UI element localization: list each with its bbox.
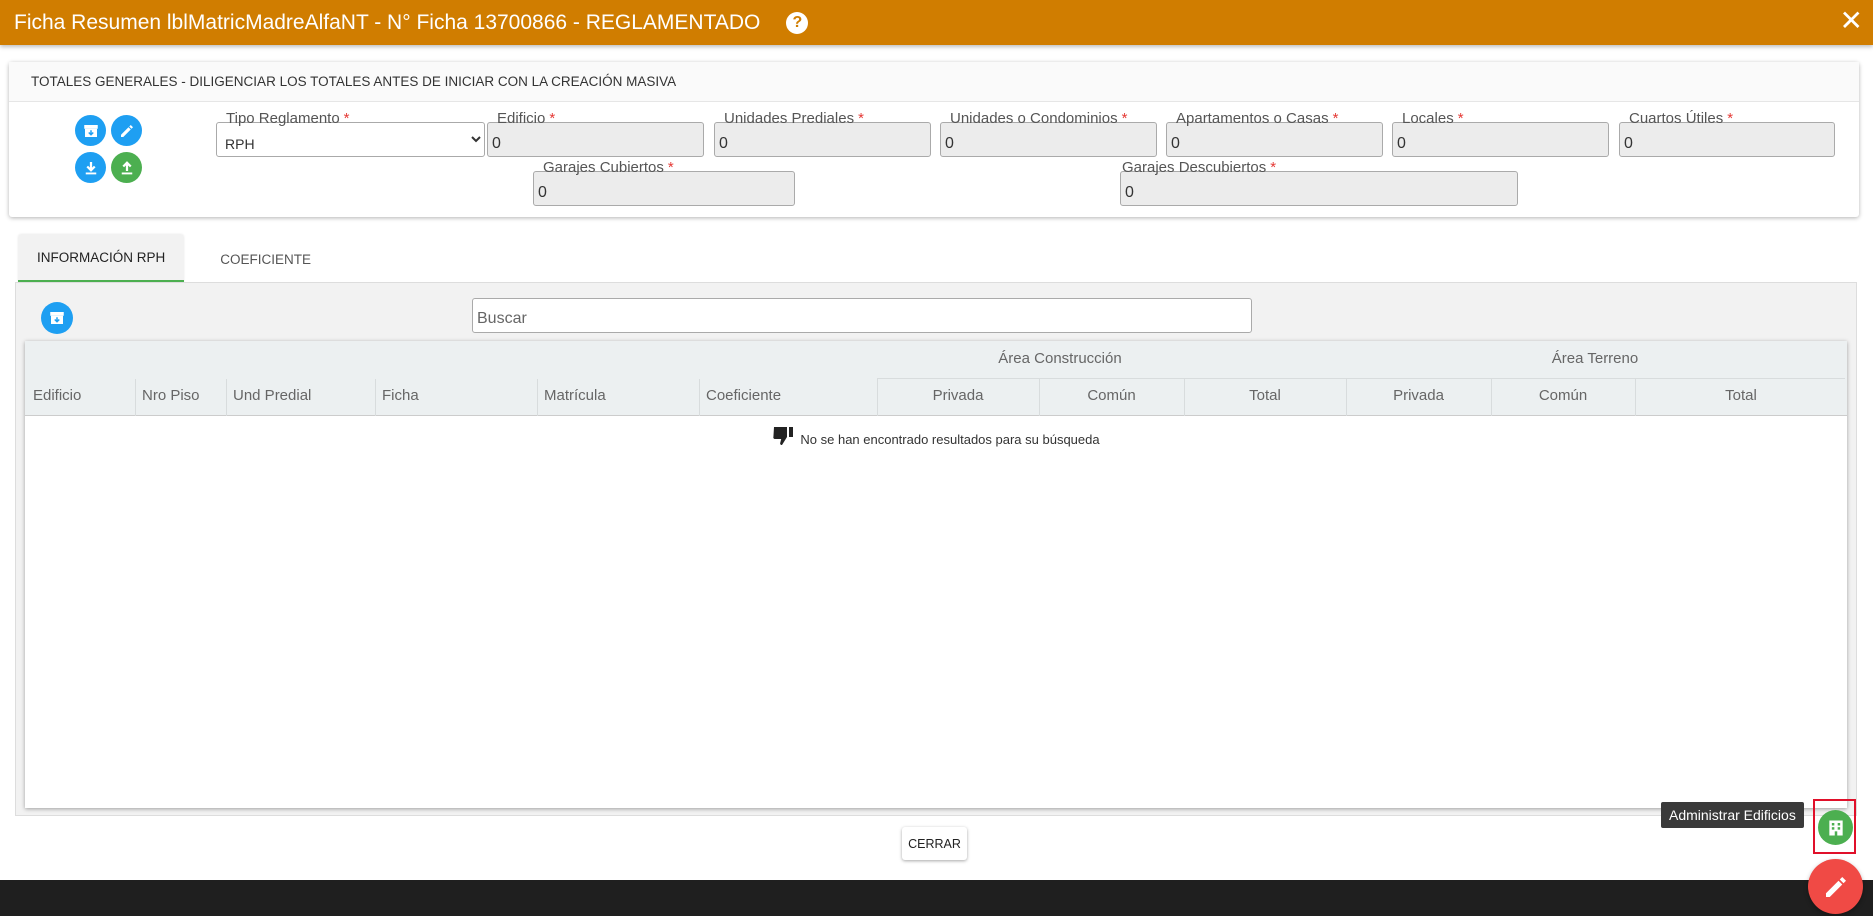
garajes-cubiertos-input[interactable]: 0: [533, 171, 795, 206]
fab-tooltip: Administrar Edificios: [1661, 802, 1804, 828]
tab-bar: INFORMACIÓN RPH COEFICIENTE: [18, 235, 347, 283]
unidades-prediales-label: Unidades Prediales: [724, 110, 855, 127]
download-icon[interactable]: [75, 152, 106, 183]
col-edificio[interactable]: Edificio: [33, 387, 81, 404]
unidades-condominios-field: Unidades o Condominios * 0: [940, 110, 1157, 157]
garajes-cubiertos-field: Garajes Cubiertos * 0: [533, 159, 795, 206]
cerrar-button[interactable]: CERRAR: [902, 827, 967, 860]
tab-informacion-rph[interactable]: INFORMACIÓN RPH: [18, 235, 185, 283]
tab-coeficiente[interactable]: COEFICIENTE: [184, 235, 347, 283]
required-mark: *: [1727, 110, 1734, 127]
pencil-icon: [1825, 876, 1846, 897]
apartamentos-casas-label: Apartamentos o Casas: [1176, 110, 1329, 127]
cuartos-utiles-input[interactable]: 0: [1619, 122, 1835, 157]
garajes-cubiertos-label: Garajes Cubiertos: [543, 159, 664, 176]
table-header: Área Construcción Área Terreno Edificio …: [25, 341, 1847, 416]
unidades-prediales-field: Unidades Prediales * 0: [714, 110, 931, 157]
locales-input[interactable]: 0: [1392, 122, 1609, 157]
col-matricula[interactable]: Matrícula: [544, 387, 606, 404]
col-construccion-total[interactable]: Total: [1184, 387, 1346, 404]
group-divider: [877, 378, 1845, 379]
col-construccion-privada[interactable]: Privada: [877, 387, 1039, 404]
tab-content-panel: Área Construcción Área Terreno Edificio …: [15, 282, 1857, 816]
dialog-header: Ficha Resumen lblMatricMadreAlfaNT - N° …: [0, 0, 1873, 45]
col-nro-piso[interactable]: Nro Piso: [142, 387, 200, 404]
group-area-construccion: Área Construcción: [998, 350, 1122, 367]
edificio-label: Edificio: [497, 110, 546, 127]
unidades-condominios-input[interactable]: 0: [940, 122, 1157, 157]
empty-state: No se han encontrado resultados para su …: [25, 425, 1847, 447]
required-mark: *: [1457, 110, 1464, 127]
thumbs-down-icon: [773, 427, 794, 445]
group-area-terreno: Área Terreno: [1551, 350, 1639, 367]
close-icon[interactable]: ✕: [1840, 5, 1863, 37]
garajes-descubiertos-field: Garajes Descubiertos * 0: [1120, 159, 1518, 206]
apartamentos-casas-input[interactable]: 0: [1166, 122, 1383, 157]
edificio-input[interactable]: 0: [487, 122, 704, 157]
results-table: Área Construcción Área Terreno Edificio …: [25, 341, 1847, 808]
tipo-reglamento-label: Tipo Reglamento: [226, 110, 340, 127]
search-input[interactable]: [473, 299, 1251, 332]
required-mark: *: [343, 110, 350, 127]
unidades-prediales-input[interactable]: 0: [714, 122, 931, 157]
help-icon[interactable]: ?: [786, 11, 809, 34]
col-ficha[interactable]: Ficha: [382, 387, 419, 404]
archive-box-icon[interactable]: [41, 302, 73, 334]
locales-label: Locales: [1402, 110, 1454, 127]
edificio-field: Edificio * 0: [487, 110, 704, 157]
dialog-title: Ficha Resumen lblMatricMadreAlfaNT - N° …: [14, 10, 761, 34]
building-icon: [1828, 820, 1843, 835]
totals-card: TOTALES GENERALES - DILIGENCIAR LOS TOTA…: [9, 62, 1859, 217]
upload-icon[interactable]: [111, 152, 142, 183]
unidades-condominios-label: Unidades o Condominios: [950, 110, 1118, 127]
archive-box-icon[interactable]: [75, 115, 106, 146]
locales-field: Locales * 0: [1392, 110, 1609, 157]
col-und-predial[interactable]: Und Predial: [233, 387, 311, 404]
administrar-edificios-button[interactable]: [1818, 810, 1853, 845]
garajes-descubiertos-label: Garajes Descubiertos: [1122, 159, 1267, 176]
tipo-reglamento-field: Tipo Reglamento * RPH: [216, 110, 485, 157]
col-terreno-comun[interactable]: Común: [1491, 387, 1635, 404]
pencil-icon[interactable]: [111, 115, 142, 146]
empty-message: No se han encontrado resultados para su …: [800, 432, 1100, 447]
col-terreno-privada[interactable]: Privada: [1346, 387, 1491, 404]
col-terreno-total[interactable]: Total: [1635, 387, 1847, 404]
required-mark: *: [858, 110, 864, 127]
apartamentos-casas-field: Apartamentos o Casas * 0: [1166, 110, 1383, 157]
col-construccion-comun[interactable]: Común: [1039, 387, 1184, 404]
search-field: [472, 298, 1252, 333]
col-coeficiente[interactable]: Coeficiente: [706, 387, 781, 404]
required-mark: *: [667, 159, 674, 176]
edit-fab-button[interactable]: [1808, 859, 1863, 914]
cuartos-utiles-label: Cuartos Útiles: [1629, 110, 1724, 127]
totals-heading: TOTALES GENERALES - DILIGENCIAR LOS TOTA…: [9, 62, 1859, 102]
required-mark: *: [549, 110, 556, 127]
footer-bar: [0, 880, 1873, 916]
garajes-descubiertos-input[interactable]: 0: [1120, 171, 1518, 206]
required-mark: *: [1121, 110, 1128, 127]
required-mark: *: [1270, 159, 1277, 176]
tipo-reglamento-select[interactable]: RPH: [216, 122, 485, 157]
required-mark: *: [1332, 110, 1339, 127]
cuartos-utiles-field: Cuartos Útiles * 0: [1619, 110, 1835, 157]
